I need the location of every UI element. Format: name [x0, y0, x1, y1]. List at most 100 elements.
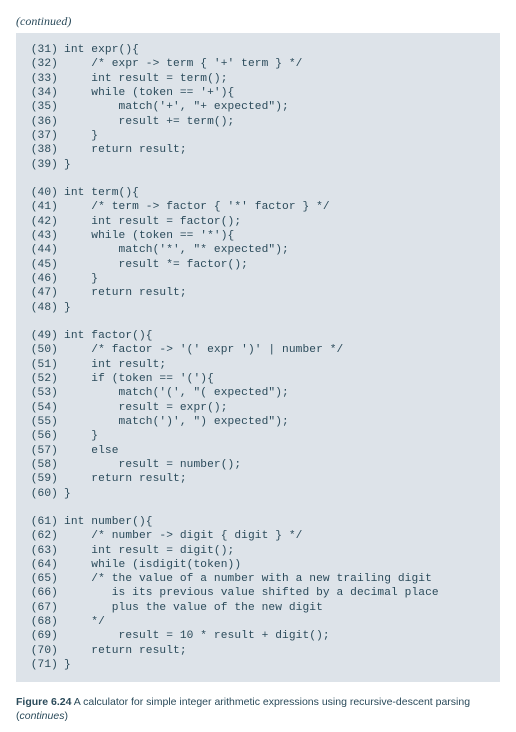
line-number: (66) [18, 586, 64, 600]
code-line: (68) */ [18, 615, 488, 629]
code-text: else [64, 444, 119, 458]
code-line: (31)int expr(){ [18, 43, 488, 57]
line-number: (44) [18, 243, 64, 257]
line-number: (41) [18, 200, 64, 214]
line-number: (38) [18, 143, 64, 157]
line-number: (68) [18, 615, 64, 629]
code-line: (55) match(')', ") expected"); [18, 415, 488, 429]
code-line: (56) } [18, 429, 488, 443]
code-text: } [64, 487, 71, 501]
code-line: (32) /* expr -> term { '+' term } */ [18, 57, 488, 71]
code-text: result *= factor(); [64, 258, 248, 272]
code-line: (65) /* the value of a number with a new… [18, 572, 488, 586]
code-text: result = number(); [64, 458, 241, 472]
code-text: return result; [64, 286, 187, 300]
line-number: (33) [18, 72, 64, 86]
code-line: (64) while (isdigit(token)) [18, 558, 488, 572]
caption-tail: ) [64, 710, 68, 722]
code-line: (61)int number(){ [18, 515, 488, 529]
code-line: (47) return result; [18, 286, 488, 300]
line-number: (50) [18, 343, 64, 357]
code-text: match('+', "+ expected"); [64, 100, 289, 114]
code-line: (48)} [18, 301, 488, 315]
caption-continues: continues [20, 710, 65, 722]
line-number: (54) [18, 401, 64, 415]
line-number: (31) [18, 43, 64, 57]
line-number: (71) [18, 658, 64, 672]
caption-text: A calculator for simple integer arithmet… [16, 696, 470, 722]
line-number: (60) [18, 487, 64, 501]
code-line: (44) match('*', "* expected"); [18, 243, 488, 257]
code-text: int term(){ [64, 186, 139, 200]
line-number: (51) [18, 358, 64, 372]
code-line: (70) return result; [18, 644, 488, 658]
blank-line [18, 315, 488, 329]
code-line: (52) if (token == '('){ [18, 372, 488, 386]
line-number: (55) [18, 415, 64, 429]
line-number: (58) [18, 458, 64, 472]
code-text: } [64, 129, 98, 143]
code-text: int result = factor(); [64, 215, 241, 229]
line-number: (70) [18, 644, 64, 658]
code-text: match(')', ") expected"); [64, 415, 289, 429]
code-text: result = expr(); [64, 401, 228, 415]
code-line: (51) int result; [18, 358, 488, 372]
code-line: (46) } [18, 272, 488, 286]
code-line: (42) int result = factor(); [18, 215, 488, 229]
code-text: int result = digit(); [64, 544, 234, 558]
code-text: return result; [64, 143, 187, 157]
line-number: (59) [18, 472, 64, 486]
code-line: (45) result *= factor(); [18, 258, 488, 272]
line-number: (45) [18, 258, 64, 272]
line-number: (62) [18, 529, 64, 543]
code-line: (53) match('(', "( expected"); [18, 386, 488, 400]
code-text: int factor(){ [64, 329, 153, 343]
code-text: } [64, 272, 98, 286]
line-number: (43) [18, 229, 64, 243]
code-text: match('(', "( expected"); [64, 386, 289, 400]
code-line: (63) int result = digit(); [18, 544, 488, 558]
code-text: int result; [64, 358, 166, 372]
code-text: while (token == '+'){ [64, 86, 234, 100]
code-text: } [64, 301, 71, 315]
code-line: (50) /* factor -> '(' expr ')' | number … [18, 343, 488, 357]
code-text: while (isdigit(token)) [64, 558, 241, 572]
code-line: (43) while (token == '*'){ [18, 229, 488, 243]
code-text: /* expr -> term { '+' term } */ [64, 57, 302, 71]
continued-label: (continued) [16, 14, 500, 29]
code-text: /* term -> factor { '*' factor } */ [64, 200, 330, 214]
line-number: (34) [18, 86, 64, 100]
line-number: (32) [18, 57, 64, 71]
line-number: (52) [18, 372, 64, 386]
code-text: } [64, 658, 71, 672]
line-number: (49) [18, 329, 64, 343]
code-line: (33) int result = term(); [18, 72, 488, 86]
line-number: (47) [18, 286, 64, 300]
page-container: (continued) (31)int expr(){(32) /* expr … [0, 0, 516, 732]
line-number: (46) [18, 272, 64, 286]
code-text: if (token == '('){ [64, 372, 214, 386]
line-number: (57) [18, 444, 64, 458]
line-number: (61) [18, 515, 64, 529]
code-line: (40)int term(){ [18, 186, 488, 200]
code-listing: (31)int expr(){(32) /* expr -> term { '+… [16, 33, 500, 682]
code-text: plus the value of the new digit [64, 601, 323, 615]
code-text: /* factor -> '(' expr ')' | number */ [64, 343, 343, 357]
code-text: while (token == '*'){ [64, 229, 234, 243]
figure-caption: Figure 6.24 A calculator for simple inte… [16, 696, 500, 723]
line-number: (65) [18, 572, 64, 586]
line-number: (48) [18, 301, 64, 315]
line-number: (63) [18, 544, 64, 558]
code-text: /* the value of a number with a new trai… [64, 572, 432, 586]
line-number: (36) [18, 115, 64, 129]
code-line: (59) return result; [18, 472, 488, 486]
code-text: return result; [64, 644, 187, 658]
code-text: match('*', "* expected"); [64, 243, 289, 257]
code-line: (66) is its previous value shifted by a … [18, 586, 488, 600]
line-number: (69) [18, 629, 64, 643]
code-text: int result = term(); [64, 72, 228, 86]
code-text: } [64, 429, 98, 443]
line-number: (67) [18, 601, 64, 615]
code-line: (57) else [18, 444, 488, 458]
blank-line [18, 501, 488, 515]
